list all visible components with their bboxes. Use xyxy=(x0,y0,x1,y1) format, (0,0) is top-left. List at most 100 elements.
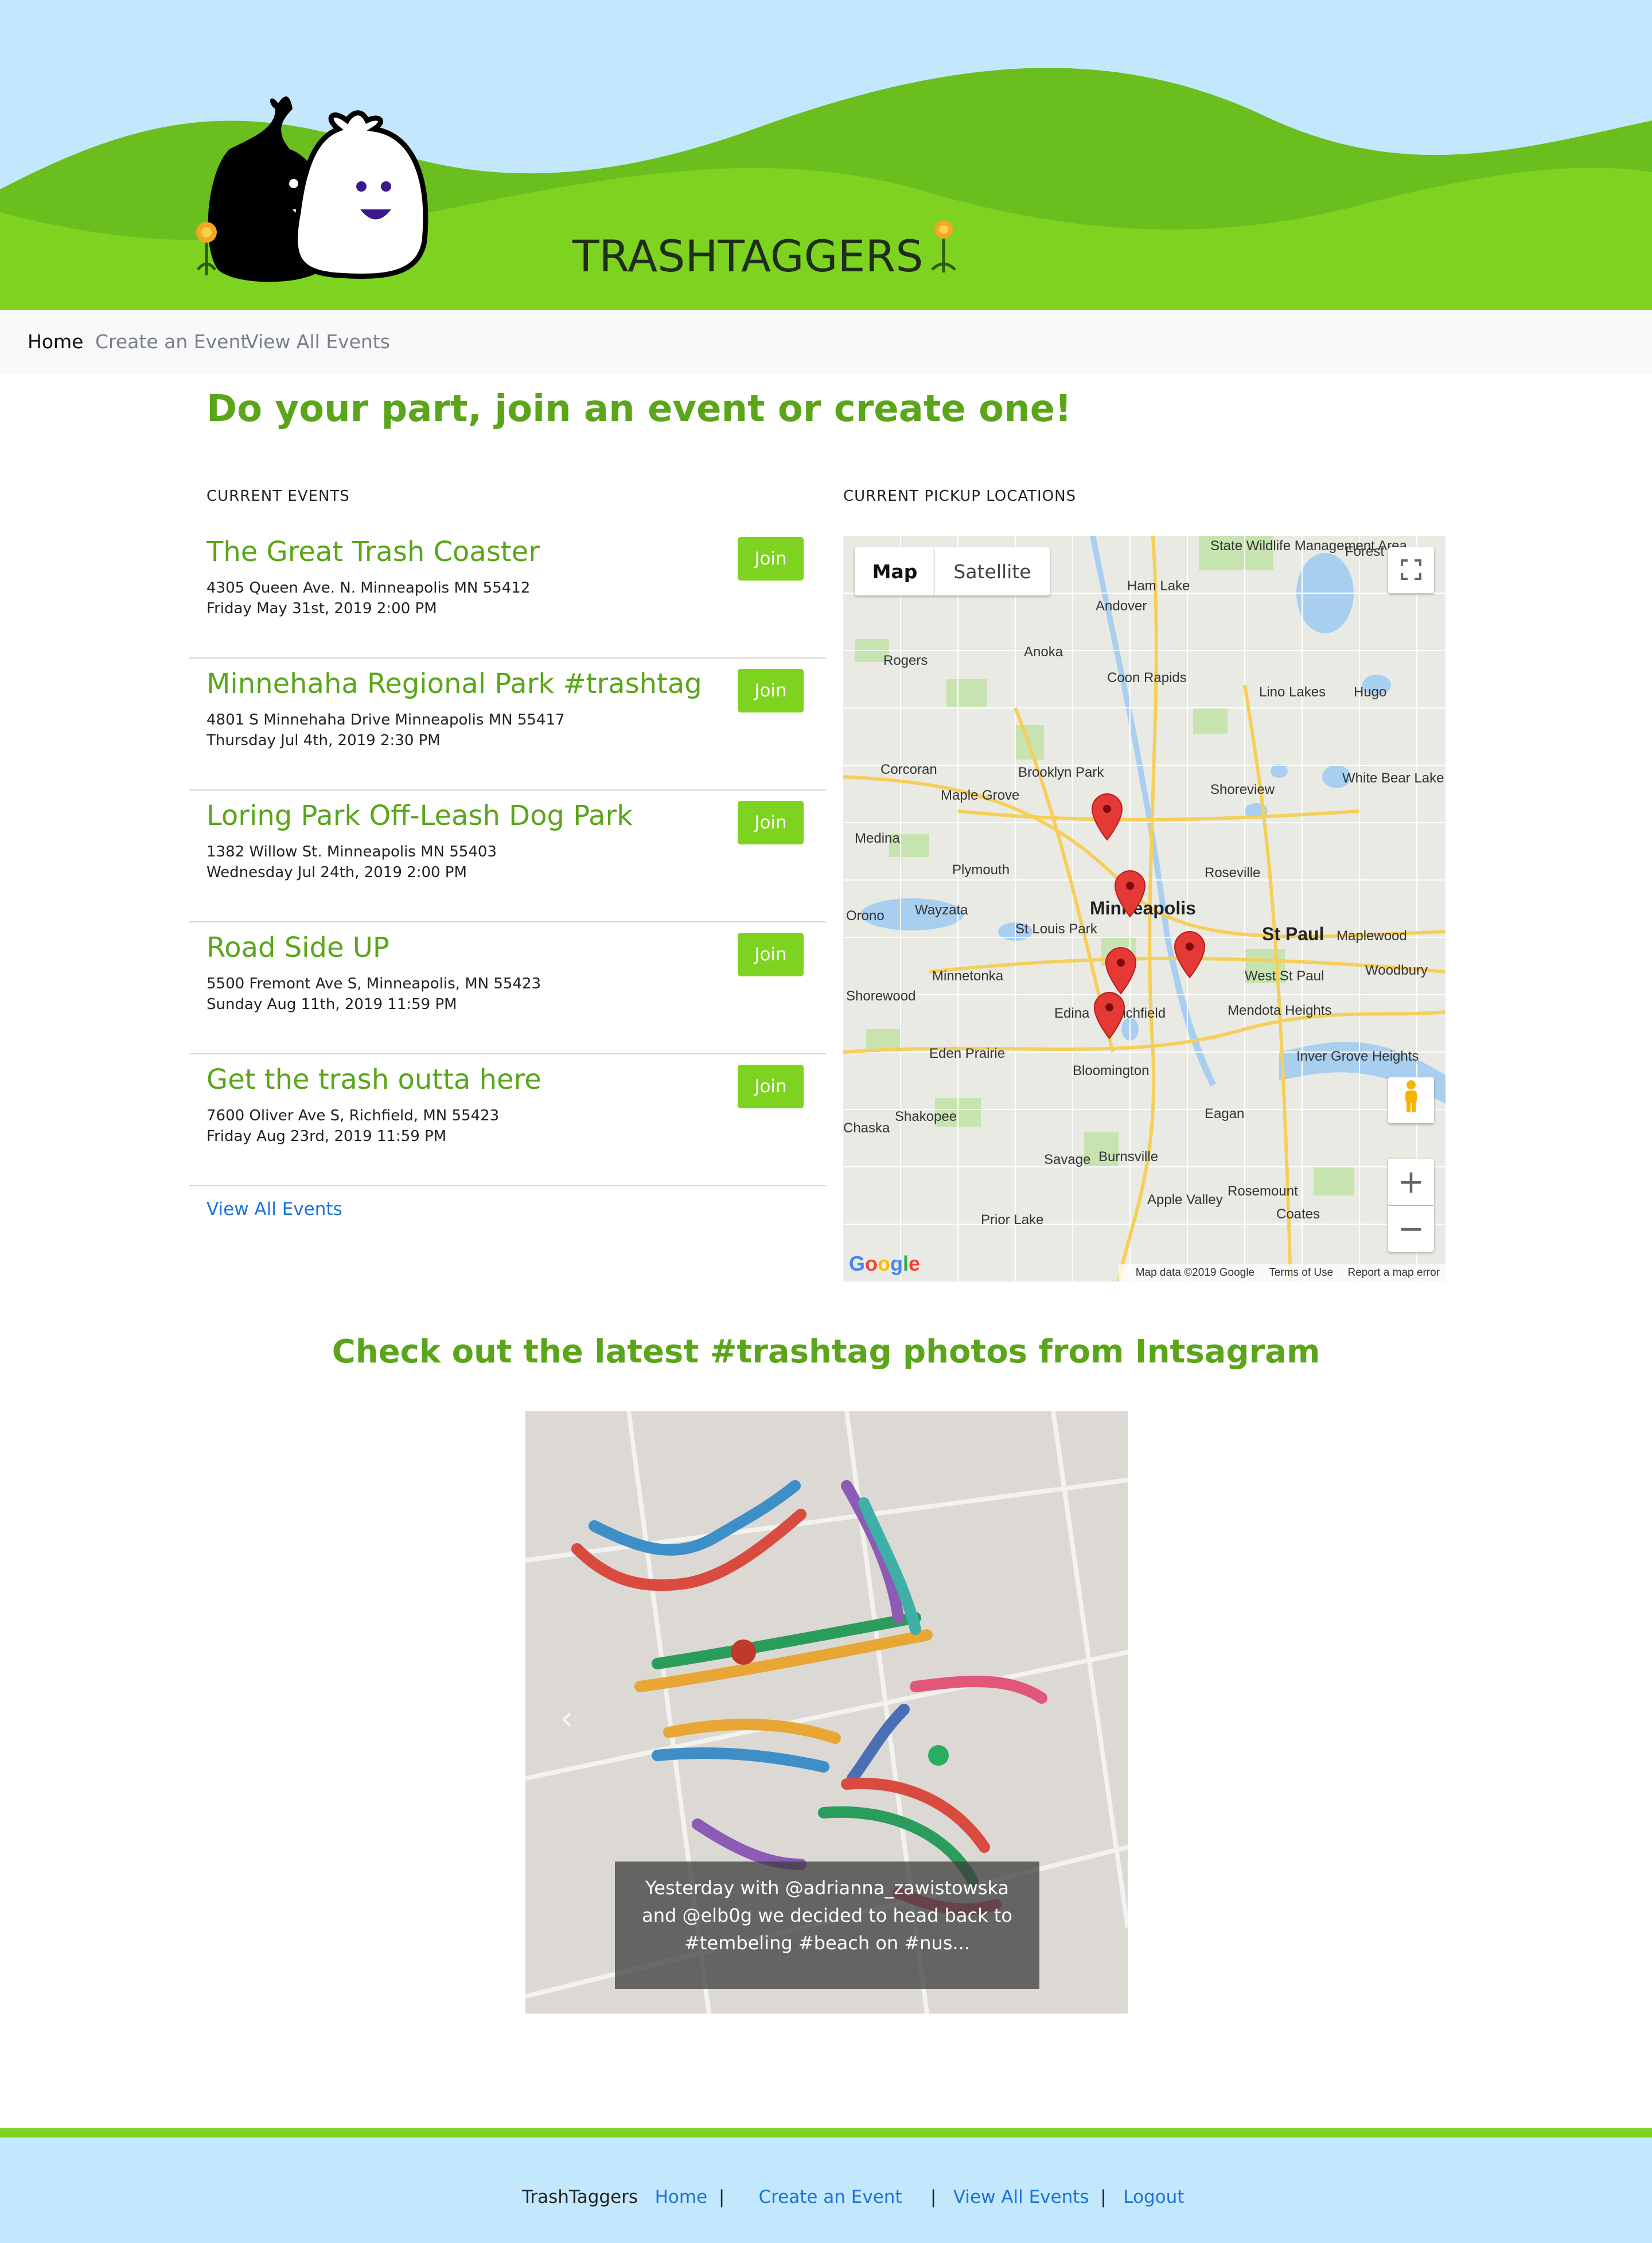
map-pin-icon xyxy=(1105,947,1137,995)
event-row: Get the trash outta here 7600 Oliver Ave… xyxy=(189,1054,826,1186)
event-date: Friday Aug 23rd, 2019 11:59 PM xyxy=(206,1128,447,1145)
map-place-label: State Wildlife Management Area xyxy=(1210,538,1407,554)
terms-of-use-link[interactable]: Terms of Use xyxy=(1269,1267,1333,1279)
map-type-map-button[interactable]: Map xyxy=(855,547,935,595)
map-place-label: Shakopee xyxy=(895,1109,957,1124)
event-title[interactable]: Loring Park Off-Leash Dog Park xyxy=(206,800,633,832)
map-place-label: Andover xyxy=(1096,598,1147,614)
site-title: TRASHTAGGERS xyxy=(572,231,924,282)
map-place-label: Minneapolis xyxy=(1090,898,1196,918)
event-row: Minnehaha Regional Park #trashtag 4801 S… xyxy=(189,659,826,790)
footer-brand: TrashTaggers xyxy=(522,2187,638,2207)
map-pin-icon xyxy=(1093,991,1125,1039)
map-place-label: St Paul xyxy=(1262,924,1324,944)
map-place-label: Eagan xyxy=(1205,1106,1244,1122)
pickup-locations-label: CURRENT PICKUP LOCATIONS xyxy=(843,488,1077,505)
map-place-label: Orono xyxy=(846,908,885,924)
map-place-label: Edina xyxy=(1054,1006,1090,1021)
footer-home-link[interactable]: Home xyxy=(655,2187,708,2207)
map-place-label: Maplewood xyxy=(1337,928,1407,944)
nav-create-event-link[interactable]: Create an Event xyxy=(95,330,248,353)
footer-links: TrashTaggers Home | Create an Event | Vi… xyxy=(522,2187,1185,2207)
map-place-label: Hugo xyxy=(1354,684,1386,700)
map-place-label: Corcoran xyxy=(880,762,937,777)
map-place-label: Wayzata xyxy=(915,902,968,918)
map-place-label: Eden Prairie xyxy=(929,1046,1005,1061)
map-pin-icon xyxy=(1091,793,1123,841)
join-button[interactable]: Join xyxy=(738,933,804,976)
join-button[interactable]: Join xyxy=(738,1065,804,1108)
map-tiles: Anoka Coon Rapids Ham Lake Andover Roger… xyxy=(843,536,1446,1282)
footer: TrashTaggers Home | Create an Event | Vi… xyxy=(0,2128,1652,2243)
carousel-prev-icon[interactable]: ‹ xyxy=(560,1698,574,1738)
map-place-label: St Louis Park xyxy=(1015,921,1098,937)
map-place-label: Apple Valley xyxy=(1147,1192,1223,1208)
current-events-label: CURRENT EVENTS xyxy=(206,488,350,505)
map-place-label: Plymouth xyxy=(952,862,1010,878)
map-place-label: Shoreview xyxy=(1210,782,1275,797)
event-title[interactable]: Road Side UP xyxy=(206,932,389,964)
event-title[interactable]: Get the trash outta here xyxy=(206,1064,541,1096)
map-place-label: Chaska xyxy=(843,1120,890,1136)
map-pin-icon xyxy=(1174,930,1206,979)
map-place-label: Brooklyn Park xyxy=(1018,765,1104,780)
map-place-label: Inver Grove Heights xyxy=(1296,1049,1419,1064)
map-place-label: Prior Lake xyxy=(981,1212,1043,1228)
map-place-label: Savage xyxy=(1044,1152,1090,1167)
map-place-label: Maple Grove xyxy=(941,788,1019,803)
header-banner: TRASHTAGGERS xyxy=(0,0,1652,310)
footer-view-all-events-link[interactable]: View All Events xyxy=(953,2187,1089,2207)
event-address: 1382 Willow St. Minneapolis MN 55403 xyxy=(206,843,497,860)
join-button[interactable]: Join xyxy=(738,537,804,581)
event-title[interactable]: The Great Trash Coaster xyxy=(206,536,540,568)
google-logo: Google xyxy=(849,1252,921,1275)
map-data-credit: Map data ©2019 Google xyxy=(1135,1267,1254,1279)
map-place-label: Medina xyxy=(855,831,900,846)
map-place-label: Shorewood xyxy=(846,988,915,1004)
join-button[interactable]: Join xyxy=(738,669,804,712)
event-list: The Great Trash Coaster 4305 Queen Ave. … xyxy=(189,527,826,1186)
footer-create-event-link[interactable]: Create an Event xyxy=(758,2187,902,2207)
event-row: Road Side UP 5500 Fremont Ave S, Minneap… xyxy=(189,922,826,1054)
map-place-label: Lino Lakes xyxy=(1259,684,1326,700)
map-place-label: Burnsville xyxy=(1098,1149,1158,1165)
event-title[interactable]: Minnehaha Regional Park #trashtag xyxy=(206,668,702,700)
view-all-events-link[interactable]: View All Events xyxy=(206,1199,342,1220)
map-place-label: White Bear Lake xyxy=(1342,770,1444,786)
map-place-label: West St Paul xyxy=(1245,968,1324,984)
event-address: 4305 Queen Ave. N. Minneapolis MN 55412 xyxy=(206,579,531,597)
map-place-label: Mendota Heights xyxy=(1228,1003,1331,1018)
flower-icon xyxy=(931,220,956,272)
event-row: The Great Trash Coaster 4305 Queen Ave. … xyxy=(189,527,826,659)
map-attribution: Map data ©2019 Google Terms of Use Repor… xyxy=(1118,1264,1446,1282)
map-place-label: Anoka xyxy=(1024,644,1063,660)
trashbag-logo xyxy=(196,96,428,282)
map-type-satellite-button[interactable]: Satellite xyxy=(935,547,1050,595)
join-button[interactable]: Join xyxy=(738,801,804,844)
photo-caption: Yesterday with @adrianna_zawistowska and… xyxy=(615,1862,1039,1989)
pickup-map[interactable]: Anoka Coon Rapids Ham Lake Andover Roger… xyxy=(843,536,1446,1282)
event-row: Loring Park Off-Leash Dog Park 1382 Will… xyxy=(189,790,826,922)
map-place-label: Roseville xyxy=(1205,865,1260,881)
nav-view-all-events-link[interactable]: View All Events xyxy=(246,330,390,353)
nav-home-link[interactable]: Home xyxy=(28,330,83,353)
navbar: Home Create an Event View All Events xyxy=(0,310,1652,374)
zoom-out-button[interactable]: − xyxy=(1388,1206,1434,1252)
map-place-label: Rosemount xyxy=(1228,1183,1298,1199)
event-date: Sunday Aug 11th, 2019 11:59 PM xyxy=(206,996,457,1013)
footer-logout-link[interactable]: Logout xyxy=(1123,2187,1184,2207)
map-place-label: Woodbury xyxy=(1365,963,1428,978)
event-address: 5500 Fremont Ave S, Minneapolis, MN 5542… xyxy=(206,975,541,992)
map-place-label: Ham Lake xyxy=(1127,578,1190,594)
instagram-carousel[interactable]: ‹ Yesterday with @adrianna_zawistowska a… xyxy=(525,1411,1128,2014)
map-place-label: Coates xyxy=(1276,1206,1320,1222)
street-view-pegman-icon[interactable] xyxy=(1388,1077,1434,1123)
event-date: Wednesday Jul 24th, 2019 2:00 PM xyxy=(206,864,467,881)
instagram-heading: Check out the latest #trashtag photos fr… xyxy=(332,1333,1320,1370)
zoom-in-button[interactable]: + xyxy=(1388,1159,1434,1205)
report-map-error-link[interactable]: Report a map error xyxy=(1347,1267,1440,1279)
page-headline: Do your part, join an event or create on… xyxy=(206,388,1072,430)
event-address: 4801 S Minnehaha Drive Minneapolis MN 55… xyxy=(206,711,565,729)
fullscreen-icon[interactable] xyxy=(1388,547,1434,593)
event-date: Thursday Jul 4th, 2019 2:30 PM xyxy=(206,732,441,749)
